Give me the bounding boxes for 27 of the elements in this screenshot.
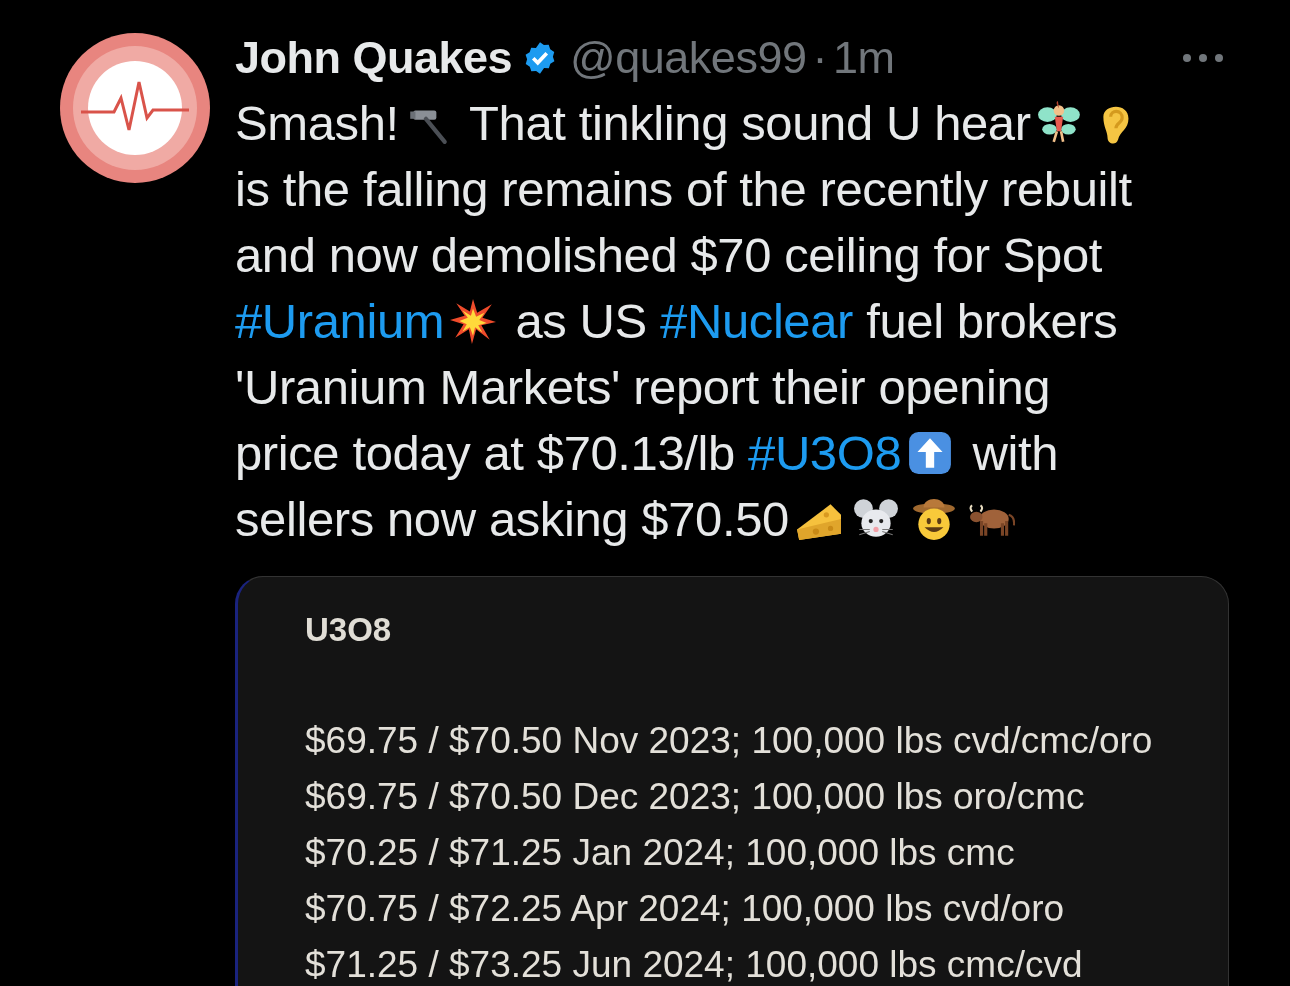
tweet-text: 'Uranium Markets' report their opening (235, 359, 1051, 415)
hashtag-link[interactable]: #U3O8 (748, 425, 902, 481)
separator: · (812, 32, 827, 84)
tweet-text: as US (514, 293, 648, 349)
tweet-text: with (971, 425, 1059, 481)
tweet-text: price today at $70.13/lb (235, 425, 736, 481)
tweet-text: Smash! (235, 95, 399, 151)
more-icon[interactable] (1181, 52, 1225, 64)
timestamp[interactable]: 1m (832, 32, 895, 84)
price-row-text: $70.75 / $72.25 Apr 2024; 100,000 lbs cvd/oro (305, 887, 1066, 931)
price-row-text: $71.25 / $73.25 Jun 2024; 100,000 lbs cmc/cvd (305, 943, 1084, 986)
avatar-icon (59, 32, 211, 184)
tweet-text: fuel brokers (865, 293, 1118, 349)
tweet-text: is the falling remains of the recently rebuilt (235, 161, 1132, 217)
price-row-text: $69.75 / $70.50 Nov 2023; 100,000 lbs cvd/cmc/oro (305, 719, 1154, 763)
hashtag-link[interactable]: #Uranium (235, 293, 445, 349)
cowboy-hat-smiley-icon (910, 496, 957, 542)
price-row-text: $69.75 / $70.50 Dec 2023; 100,000 lbs oro/cmc (305, 775, 1086, 819)
tweet-text: That tinkling sound U hear (468, 95, 1031, 151)
author-name[interactable]: John Quakes (235, 32, 513, 84)
price-row-text: $70.25 / $71.25 Jan 2024; 100,000 lbs cmc (305, 831, 1016, 875)
hashtag-link[interactable]: #Nuclear (660, 293, 853, 349)
explosion-icon (450, 298, 497, 344)
card-title: U3O8 (305, 611, 393, 649)
tweet-text: and now demolished $70 ceiling for Spot (235, 227, 1102, 283)
author-handle[interactable]: @quakes99 (570, 32, 807, 84)
tweet-text: sellers now asking $70.50 (235, 491, 789, 547)
